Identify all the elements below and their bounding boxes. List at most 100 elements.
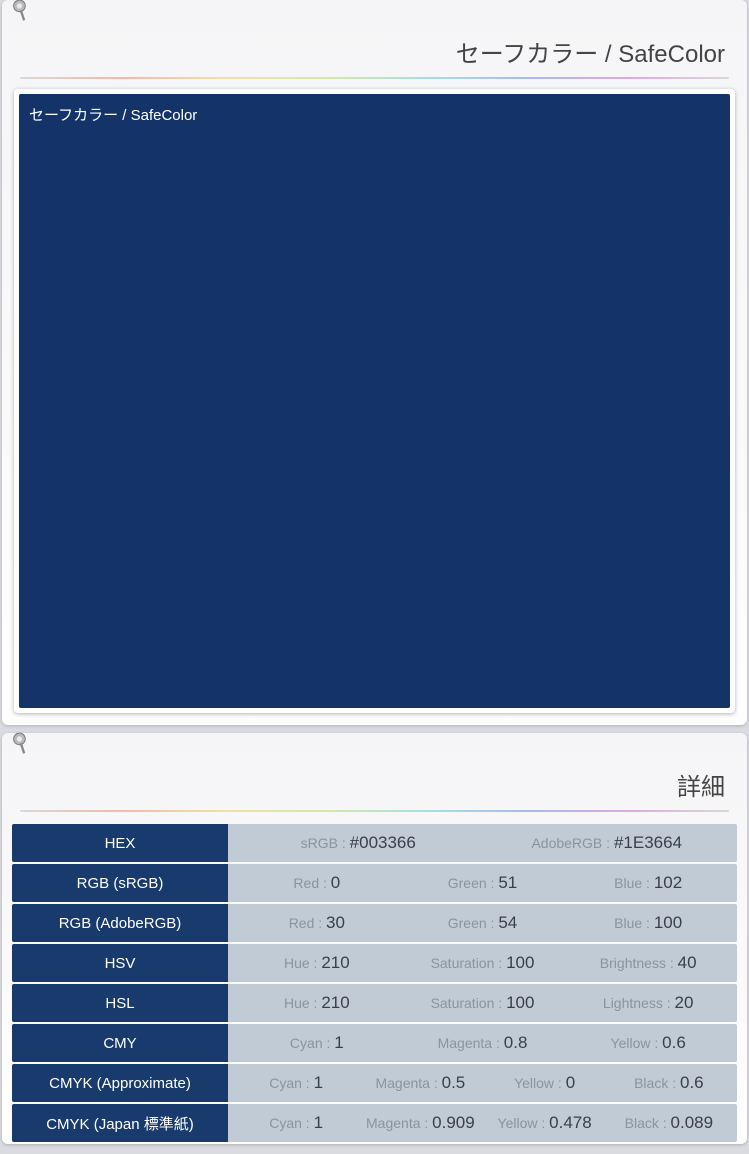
cell-label: Green : <box>448 915 499 931</box>
data-cell: Black : 0.089 <box>607 1113 731 1133</box>
data-cell: Green : 54 <box>400 913 566 933</box>
row-label: RGB (sRGB) <box>12 864 228 902</box>
rainbow-divider <box>20 77 729 79</box>
swatch-card: セーフカラー / SafeColor <box>14 89 735 713</box>
cell-value: #1E3664 <box>614 833 682 852</box>
data-cell: Brightness : 40 <box>565 953 731 973</box>
cell-label: Hue : <box>284 955 321 971</box>
data-cell: Green : 51 <box>400 873 566 893</box>
data-cell: Hue : 210 <box>234 953 400 973</box>
table-row: CMYCyan : 1Magenta : 0.8Yellow : 0.6 <box>12 1024 737 1062</box>
data-cell: Cyan : 1 <box>234 1113 358 1133</box>
safecolor-panel: セーフカラー / SafeColor セーフカラー / SafeColor <box>2 0 747 725</box>
cell-label: Saturation : <box>431 995 507 1011</box>
cell-value: 100 <box>654 913 682 932</box>
row-label: RGB (AdobeRGB) <box>12 904 228 942</box>
row-body: Red : 30 Green : 54 Blue : 100 <box>228 904 737 942</box>
cell-label: Cyan : <box>269 1075 313 1091</box>
cell-value: 0 <box>331 873 340 892</box>
cell-value: 0.478 <box>549 1113 592 1132</box>
cell-value: 51 <box>498 873 517 892</box>
data-cell: Magenta : 0.5 <box>358 1073 482 1093</box>
cell-label: Yellow : <box>611 1035 663 1051</box>
cell-value: 1 <box>334 1033 343 1052</box>
data-cell: Lightness : 20 <box>565 993 731 1013</box>
row-body: Cyan : 1Magenta : 0.5Yellow : 0Black : 0… <box>228 1064 737 1102</box>
rainbow-divider <box>20 810 729 812</box>
data-cell: Yellow : 0.6 <box>565 1033 731 1053</box>
table-row: CMYK (Approximate)Cyan : 1Magenta : 0.5Y… <box>12 1064 737 1102</box>
data-cell: Magenta : 0.8 <box>400 1033 566 1053</box>
data-cell: Hue : 210 <box>234 993 400 1013</box>
row-body: Hue : 210Saturation : 100Brightness : 40 <box>228 944 737 982</box>
details-table: HEXsRGB : #003366AdobeRGB : #1E3664RGB (… <box>12 822 737 1144</box>
cell-value: #003366 <box>350 833 416 852</box>
table-row: CMYK (Japan 標準紙)Cyan : 1Magenta : 0.909Y… <box>12 1104 737 1142</box>
row-body: Red : 0Green : 51Blue : 102 <box>228 864 737 902</box>
cell-value: 0.6 <box>662 1033 686 1052</box>
data-cell: sRGB : #003366 <box>234 833 483 853</box>
cell-value: 20 <box>675 993 694 1012</box>
data-cell: Saturation : 100 <box>400 993 566 1013</box>
cell-value: 0.909 <box>432 1113 475 1132</box>
cell-label: Lightness : <box>603 995 675 1011</box>
cell-label: Black : <box>634 1075 680 1091</box>
data-cell: Cyan : 1 <box>234 1073 358 1093</box>
cell-label: Cyan : <box>269 1115 313 1131</box>
data-cell: Black : 0.6 <box>607 1073 731 1093</box>
cell-label: Magenta : <box>366 1115 432 1131</box>
cell-label: Red : <box>293 875 330 891</box>
row-body: Hue : 210Saturation : 100Lightness : 20 <box>228 984 737 1022</box>
cell-label: Blue : <box>614 915 654 931</box>
row-label: HSL <box>12 984 228 1022</box>
cell-value: 100 <box>506 953 534 972</box>
row-label: CMYK (Japan 標準紙) <box>12 1104 228 1142</box>
table-row: HSLHue : 210Saturation : 100Lightness : … <box>12 984 737 1022</box>
cell-label: Black : <box>625 1115 671 1131</box>
cell-label: sRGB : <box>301 835 350 851</box>
data-cell: Yellow : 0.478 <box>483 1113 607 1133</box>
cell-value: 1 <box>314 1073 323 1092</box>
table-row: RGB (sRGB)Red : 0Green : 51Blue : 102 <box>12 864 737 902</box>
color-swatch: セーフカラー / SafeColor <box>19 94 730 708</box>
cell-value: 0.5 <box>442 1073 466 1092</box>
cell-value: 100 <box>506 993 534 1012</box>
data-cell: Magenta : 0.909 <box>358 1113 482 1133</box>
details-panel: 詳細 HEXsRGB : #003366AdobeRGB : #1E3664RG… <box>2 733 747 1144</box>
cell-value: 30 <box>326 913 345 932</box>
cell-label: Magenta : <box>375 1075 441 1091</box>
cell-value: 102 <box>654 873 682 892</box>
pin-icon <box>4 0 39 28</box>
data-cell: Cyan : 1 <box>234 1033 400 1053</box>
cell-value: 0.8 <box>504 1033 528 1052</box>
cell-label: Hue : <box>284 995 321 1011</box>
data-cell: AdobeRGB : #1E3664 <box>483 833 732 853</box>
data-cell: Saturation : 100 <box>400 953 566 973</box>
data-cell: Blue : 102 <box>565 873 731 893</box>
row-body: Cyan : 1Magenta : 0.909Yellow : 0.478Bla… <box>228 1104 737 1142</box>
row-label: HSV <box>12 944 228 982</box>
cell-value: 0.6 <box>680 1073 704 1092</box>
cell-label: Yellow : <box>514 1075 566 1091</box>
cell-label: AdobeRGB : <box>531 835 614 851</box>
data-cell: Red : 0 <box>234 873 400 893</box>
data-cell: Yellow : 0 <box>483 1073 607 1093</box>
cell-label: Saturation : <box>431 955 507 971</box>
cell-label: Magenta : <box>438 1035 504 1051</box>
swatch-label: セーフカラー / SafeColor <box>29 107 197 124</box>
row-label: CMY <box>12 1024 228 1062</box>
table-row: HSVHue : 210Saturation : 100Brightness :… <box>12 944 737 982</box>
cell-value: 1 <box>314 1113 323 1132</box>
cell-value: 210 <box>321 953 349 972</box>
cell-label: Green : <box>448 875 499 891</box>
cell-label: Red : <box>289 915 326 931</box>
row-label: HEX <box>12 824 228 862</box>
cell-value: 210 <box>321 993 349 1012</box>
cell-label: Brightness : <box>600 955 678 971</box>
row-body: sRGB : #003366AdobeRGB : #1E3664 <box>228 824 737 862</box>
cell-value: 0 <box>566 1073 575 1092</box>
cell-label: Blue : <box>614 875 654 891</box>
row-body: Cyan : 1Magenta : 0.8Yellow : 0.6 <box>228 1024 737 1062</box>
cell-label: Cyan : <box>290 1035 334 1051</box>
cell-value: 40 <box>678 953 697 972</box>
